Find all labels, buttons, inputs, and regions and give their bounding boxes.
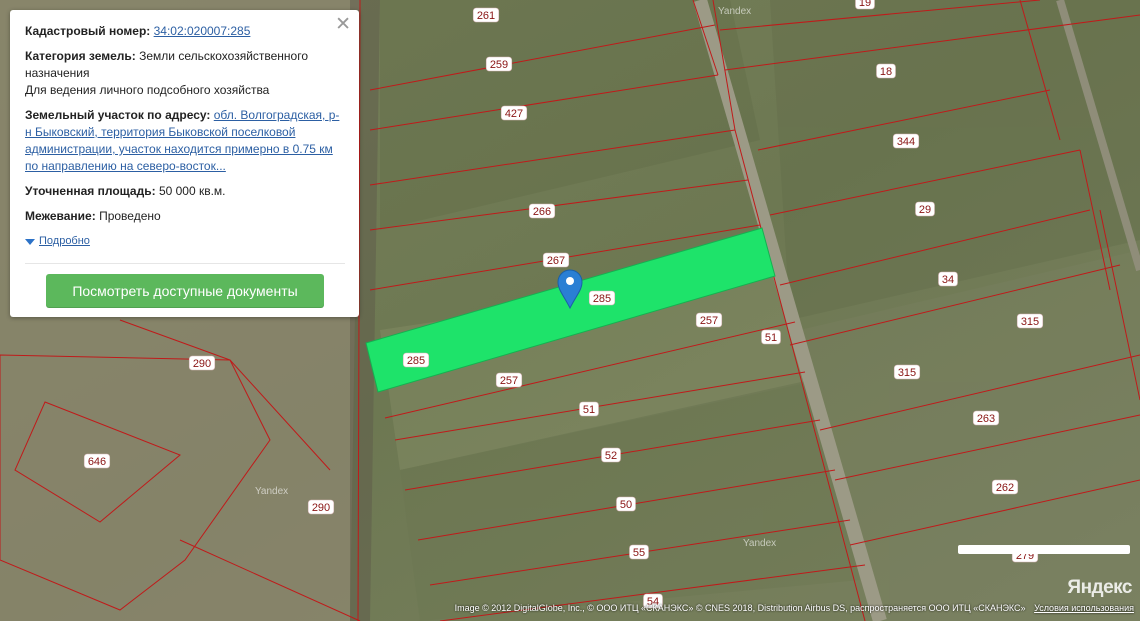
svg-text:261: 261 <box>477 10 495 22</box>
details-link[interactable]: Подробно <box>39 233 90 250</box>
divider <box>25 263 345 264</box>
close-icon[interactable]: ✕ <box>335 15 351 35</box>
plot-number-label: 315 <box>1016 313 1044 329</box>
svg-text:285: 285 <box>407 355 425 367</box>
survey-value: Проведено <box>99 209 161 223</box>
permitted-use-value: Для ведения личного подсобного хозяйства <box>25 83 270 97</box>
area-row: Уточненная площадь: 50 000 кв.м. <box>25 183 345 200</box>
address-label: Земельный участок по адресу: <box>25 108 211 122</box>
plot-number-label: 290 <box>188 355 216 371</box>
plot-number-label: 257 <box>695 312 723 328</box>
plot-number-label: 290 <box>307 499 335 515</box>
svg-text:29: 29 <box>919 204 931 216</box>
plot-number-label: 55 <box>629 544 649 560</box>
plot-number-label: 52 <box>601 447 621 463</box>
view-documents-button[interactable]: Посмотреть доступные документы <box>46 274 324 308</box>
plot-number-label: 19 <box>855 0 875 10</box>
plot-number-label: 344 <box>892 133 920 149</box>
terms-link[interactable]: Условия использования <box>1034 603 1134 613</box>
svg-text:262: 262 <box>996 482 1014 494</box>
svg-text:290: 290 <box>193 358 211 370</box>
area-value: 50 000 кв.м. <box>158 184 226 198</box>
survey-row: Межевание: Проведено <box>25 208 345 225</box>
svg-text:285: 285 <box>593 293 611 305</box>
svg-text:19: 19 <box>859 0 871 9</box>
plot-number-label: 646 <box>83 453 111 469</box>
svg-text:315: 315 <box>898 367 916 379</box>
plot-number-label: 263 <box>972 410 1000 426</box>
svg-text:263: 263 <box>977 413 995 425</box>
category-row: Категория земель: Земли сельскохозяйстве… <box>25 48 345 99</box>
address-row: Земельный участок по адресу: обл. Волгог… <box>25 107 345 175</box>
details-toggle[interactable]: Подробно <box>25 233 345 250</box>
svg-text:51: 51 <box>765 332 777 344</box>
category-label: Категория земель: <box>25 49 136 63</box>
plot-number-label: 261 <box>472 7 500 23</box>
plot-number-label: 51 <box>579 401 599 417</box>
plot-number-label: 267 <box>542 252 570 268</box>
svg-text:646: 646 <box>88 456 106 468</box>
parcel-info-card: ✕ Кадастровый номер: 34:02:020007:285 Ка… <box>10 10 359 317</box>
plot-number-label: 262 <box>991 479 1019 495</box>
survey-label: Межевание: <box>25 209 96 223</box>
svg-text:257: 257 <box>500 375 518 387</box>
svg-text:18: 18 <box>880 66 892 78</box>
map-watermark: Yandex <box>255 486 289 497</box>
svg-text:267: 267 <box>547 255 565 267</box>
svg-text:55: 55 <box>633 547 645 559</box>
plot-number-label: 285 <box>588 290 616 306</box>
plot-number-label: 266 <box>528 203 556 219</box>
plot-number-label: 259 <box>485 56 513 72</box>
attribution-text: Image © 2012 DigitalGlobe, Inc., © ООО И… <box>454 603 1026 613</box>
plot-number-label: 51 <box>761 329 781 345</box>
plot-number-label: 29 <box>915 201 935 217</box>
scale-bar <box>958 545 1130 554</box>
plot-number-label: 34 <box>938 271 958 287</box>
map-watermark: Yandex <box>743 538 777 549</box>
map-attribution: Image © 2012 DigitalGlobe, Inc., © ООО И… <box>455 603 1134 613</box>
svg-text:51: 51 <box>583 404 595 416</box>
plot-number-label: 50 <box>616 496 636 512</box>
plot-number-label: 18 <box>876 63 896 79</box>
svg-text:50: 50 <box>620 499 632 511</box>
plot-number-label: 257 <box>495 372 523 388</box>
svg-text:34: 34 <box>942 274 954 286</box>
plot-number-label: 427 <box>500 105 528 121</box>
svg-text:52: 52 <box>605 450 617 462</box>
cadastral-number-link[interactable]: 34:02:020007:285 <box>154 24 251 38</box>
svg-text:257: 257 <box>700 315 718 327</box>
plot-number-label: 315 <box>893 364 921 380</box>
area-label: Уточненная площадь: <box>25 184 156 198</box>
svg-text:344: 344 <box>897 136 915 148</box>
triangle-down-icon <box>25 238 35 245</box>
map-watermark: Yandex <box>718 6 752 17</box>
svg-text:315: 315 <box>1021 316 1039 328</box>
svg-text:290: 290 <box>312 502 330 514</box>
plot-number-label: 285 <box>402 352 430 368</box>
svg-text:259: 259 <box>490 59 508 71</box>
svg-text:427: 427 <box>505 108 523 120</box>
yandex-logo: Яндекс <box>1067 577 1132 598</box>
cadastral-label: Кадастровый номер: <box>25 24 151 38</box>
svg-text:266: 266 <box>533 206 551 218</box>
cadastral-row: Кадастровый номер: 34:02:020007:285 <box>25 23 345 40</box>
